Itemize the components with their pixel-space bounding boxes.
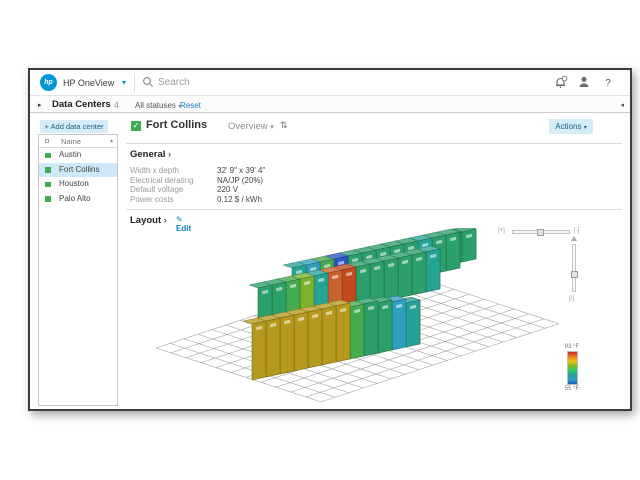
divider [126,143,622,144]
layout-section-heading[interactable]: Layout › ✎ Edit [130,215,167,226]
list-header[interactable]: Name ▴ [39,135,117,148]
zoom-slider-handle[interactable] [537,229,544,236]
resource-count: 4 [114,100,119,110]
tilt-slider-label: [/] [569,296,574,302]
legend-max-label: 93 °F [559,344,585,350]
list-item-austin[interactable]: Austin [39,148,117,163]
general-heading-label: General [130,149,165,160]
status-ok-icon [45,182,51,188]
status-filter-dropdown[interactable]: All statuses ▾ [135,101,181,110]
list-item-fort-collins[interactable]: Fort Collins [39,163,117,178]
search-input[interactable]: Search [158,77,190,88]
status-filter-label: All statuses [135,101,176,110]
field-label: Power costs [130,195,174,204]
layout-heading-label: Layout [130,215,161,226]
user-menu-button[interactable] [576,75,592,91]
help-button[interactable]: ? [600,78,616,94]
announcements-button[interactable] [552,75,568,91]
bell-icon [553,75,568,90]
hp-logo-icon[interactable]: hp [40,74,57,91]
legend-min-label: 55 °F [559,386,585,392]
person-icon [577,75,591,89]
view-chevron-icon: ▾ [270,123,274,131]
field-value: NA/JP (20%) [217,176,263,185]
section-arrow: › [164,215,167,226]
name-column-header[interactable]: Name [61,137,81,146]
sort-ascending-icon[interactable]: ▴ [110,137,113,144]
collapse-right-icon[interactable]: ◂ [620,101,624,109]
view-selector-dropdown[interactable]: Overview ▾ [228,121,274,132]
tilt-slider-track[interactable] [572,244,576,292]
field-value: 0.12 $ / kWh [217,195,262,204]
layout-3d-scene[interactable] [124,228,630,410]
actions-chevron-icon: ▾ [584,124,587,131]
app-window: hp HP OneView ▾ Search [28,68,632,411]
reset-filter-link[interactable]: Reset [180,101,201,110]
brand-label: HP OneView [63,78,114,88]
list-item-label: Fort Collins [59,163,99,178]
rotate-cursor-icon [571,236,577,241]
list-item-palo-alto[interactable]: Palo Alto [39,192,117,207]
selected-resource-title: Fort Collins [146,119,207,131]
top-bar: hp HP OneView ▾ Search [30,70,630,96]
general-section-heading[interactable]: General › [130,149,171,160]
status-ok-icon [45,196,51,202]
main-menu-expander-icon[interactable]: ▸ [38,101,42,109]
data-center-list: Name ▴ Austin Fort Collins Houston Palo … [38,134,118,406]
temperature-gradient-bar [567,351,578,385]
actions-button[interactable]: Actions ▾ [549,119,593,134]
field-label: Electrical derating [130,176,194,185]
search-box[interactable]: Search [142,75,442,91]
search-icon [142,76,154,88]
map-view-toggle-icon[interactable]: ⇅ [280,121,288,131]
field-label: Default voltage [130,185,183,194]
divider [126,209,622,210]
list-item-houston[interactable]: Houston [39,177,117,192]
list-item-label: Austin [59,148,81,163]
add-data-center-button[interactable]: + Add data center [40,120,108,133]
detail-pane: ✓ Fort Collins Overview ▾ ⇅ Actions ▾ Ge… [124,113,630,409]
zoom-slider-track[interactable] [512,230,570,234]
list-item-label: Houston [59,177,89,192]
layout-3d-area: [+] [-] [/] 93 °F 55 °F [124,228,630,410]
breadcrumb-bar: ▸ Data Centers 4 All statuses ▾ Reset ◂ [30,96,630,113]
zoom-slider-horizontal[interactable]: [+] [-] [498,228,505,238]
view-selector-label: Overview [228,121,268,132]
pencil-icon: ✎ [176,215,183,224]
status-ok-check-icon: ✓ [131,121,141,131]
zoom-in-label[interactable]: [+] [498,228,505,234]
tilt-slider-handle[interactable] [571,271,578,278]
status-ok-icon [45,153,51,159]
zoom-out-label[interactable]: [-] [574,228,579,234]
status-ok-icon [45,167,51,173]
status-column-icon [45,139,49,143]
section-arrow: › [168,149,171,160]
topbar-divider [134,74,135,92]
page-title[interactable]: Data Centers [52,99,111,110]
field-value: 32' 9" x 39' 4" [217,166,265,175]
brand-menu-chevron-icon[interactable]: ▾ [122,78,126,87]
temperature-legend: 93 °F 55 °F [559,344,585,392]
actions-label: Actions [555,122,581,131]
field-label: Width x depth [130,166,179,175]
screenshot-stage: hp HP OneView ▾ Search [0,0,640,480]
field-value: 220 V [217,185,238,194]
list-item-label: Palo Alto [59,192,91,207]
